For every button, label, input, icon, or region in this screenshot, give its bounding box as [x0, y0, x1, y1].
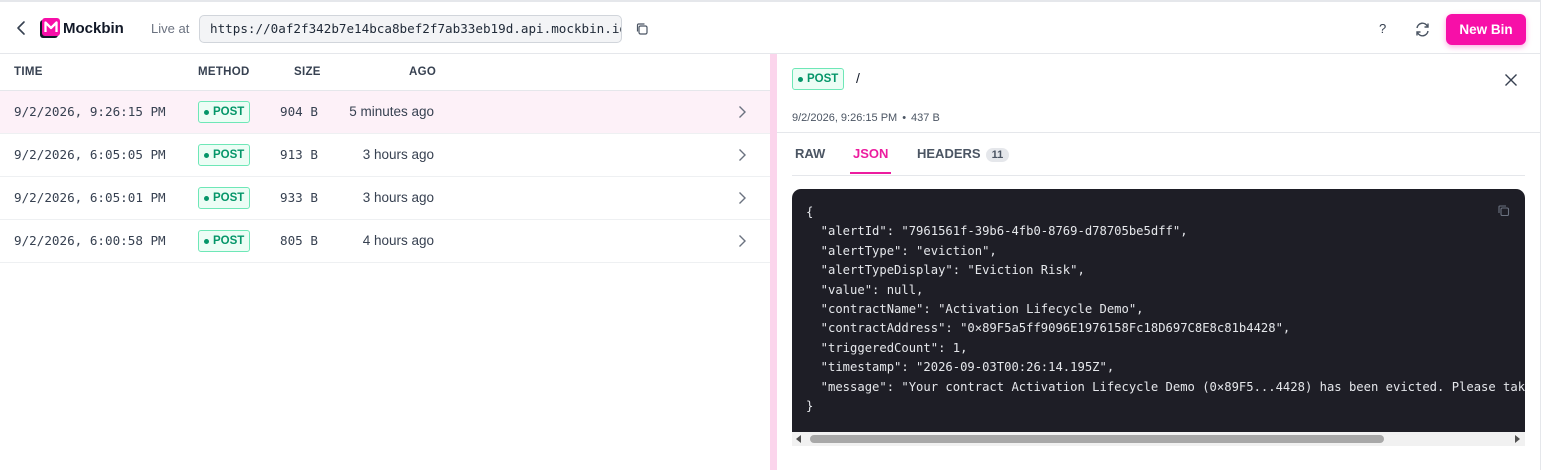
top-bar: Mockbin Live at https://0af2f342b7e14bca… — [0, 0, 1540, 54]
table-row[interactable]: 9/2/2026, 6:05:01 PM POST 933 B 3 hours … — [0, 177, 770, 220]
table-row[interactable]: 9/2/2026, 6:05:05 PM POST 913 B 3 hours … — [0, 134, 770, 177]
chevron-right-icon[interactable] — [737, 148, 747, 162]
request-ago: 3 hours ago — [362, 147, 434, 162]
new-bin-button[interactable]: New Bin — [1446, 14, 1526, 45]
method-label: POST — [213, 192, 245, 204]
method-label: POST — [213, 235, 245, 247]
panel-resize-handle[interactable] — [770, 54, 777, 470]
status-dot-icon — [204, 152, 209, 158]
status-dot-icon — [204, 195, 209, 201]
chevron-right-icon[interactable] — [737, 105, 747, 119]
column-header-size: SIZE — [294, 66, 321, 78]
chevron-right-icon[interactable] — [737, 234, 747, 248]
scroll-left-icon[interactable] — [796, 435, 801, 443]
request-size: 437 B — [911, 112, 940, 124]
divider — [777, 132, 1540, 133]
request-time: 9/2/2026, 6:05:05 PM — [14, 147, 166, 162]
request-timestamp: 9/2/2026, 9:26:15 PM — [792, 112, 898, 124]
request-table: TIME METHOD SIZE AGO 9/2/2026, 9:26:15 P… — [0, 54, 770, 263]
method-label: POST — [213, 106, 245, 118]
status-dot-icon — [204, 238, 209, 244]
tab-headers[interactable]: HEADERS 11 — [917, 146, 1010, 173]
column-header-method: METHOD — [198, 66, 250, 78]
scrollbar-thumb[interactable] — [810, 435, 1384, 443]
request-ago: 3 hours ago — [362, 190, 434, 205]
method-badge: POST — [198, 101, 251, 123]
request-detail-panel: POST / 9/2/2026, 9:26:15 PM • 437 B RAW JS… — [777, 54, 1540, 470]
request-time: 9/2/2026, 6:05:01 PM — [14, 190, 166, 205]
column-header-ago: AGO — [409, 66, 437, 78]
method-label: POST — [213, 149, 245, 161]
json-code-block[interactable]: { "alertId": "7961561f-39b6-4fb0-8769-d7… — [792, 189, 1525, 432]
bin-url-field[interactable]: https://0af2f342b7e14bca8bef2f7ab33eb19d… — [199, 15, 622, 43]
request-size: 904 B — [280, 104, 318, 119]
headers-count-badge: 11 — [985, 148, 1010, 162]
request-path: / — [856, 70, 860, 86]
request-size: 913 B — [280, 147, 318, 162]
request-size: 805 B — [280, 233, 318, 248]
json-body: { "alertId": "7961561f-39b6-4fb0-8769-d7… — [806, 205, 1525, 414]
column-header-time: TIME — [14, 66, 43, 78]
request-ago: 4 hours ago — [362, 233, 434, 248]
chevron-right-icon[interactable] — [737, 191, 747, 205]
refresh-icon[interactable] — [1414, 21, 1431, 38]
app-logo[interactable]: Mockbin — [39, 18, 124, 39]
body-tabs: RAW JSON HEADERS 11 — [792, 134, 1525, 176]
mockbin-logo-icon — [40, 18, 60, 38]
table-row[interactable]: 9/2/2026, 9:26:15 PM POST 904 B 5 minute… — [0, 91, 770, 134]
horizontal-scrollbar[interactable] — [792, 432, 1525, 446]
status-dot-icon — [204, 109, 209, 115]
request-ago: 5 minutes ago — [349, 104, 434, 119]
tab-headers-label: HEADERS — [917, 146, 981, 161]
method-badge: POST — [198, 187, 251, 209]
copy-icon[interactable] — [1497, 204, 1510, 217]
close-icon[interactable] — [1504, 73, 1518, 87]
meta-separator: • — [902, 112, 907, 124]
window-edge — [1540, 0, 1541, 470]
table-row[interactable]: 9/2/2026, 6:00:58 PM POST 805 B 4 hours … — [0, 220, 770, 263]
scroll-right-icon[interactable] — [1515, 435, 1520, 443]
tab-raw[interactable]: RAW — [795, 146, 825, 172]
method-label: POST — [807, 73, 839, 85]
help-button[interactable]: ? — [1379, 21, 1386, 36]
request-time: 9/2/2026, 6:00:58 PM — [14, 233, 166, 248]
method-badge: POST — [792, 68, 845, 90]
request-meta: 9/2/2026, 9:26:15 PM • 437 B — [792, 112, 940, 124]
copy-icon[interactable] — [635, 22, 649, 36]
request-time: 9/2/2026, 9:26:15 PM — [14, 104, 166, 119]
live-at-label: Live at — [151, 21, 190, 36]
table-header: TIME METHOD SIZE AGO — [0, 54, 770, 91]
method-badge: POST — [198, 230, 251, 252]
tab-json[interactable]: JSON — [850, 146, 892, 174]
method-badge: POST — [198, 144, 251, 166]
back-arrow-icon[interactable] — [14, 19, 30, 37]
request-size: 933 B — [280, 190, 318, 205]
status-dot-icon — [798, 76, 803, 82]
app-name: Mockbin — [63, 20, 124, 37]
